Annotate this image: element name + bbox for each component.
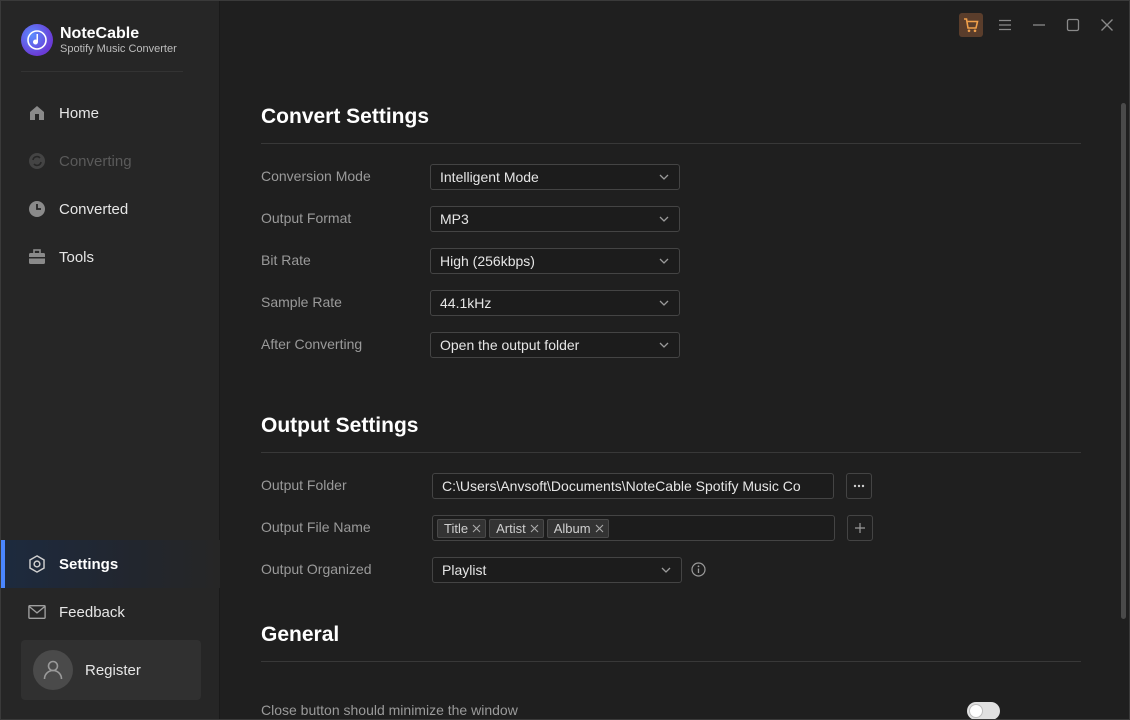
conversion-mode-label: Conversion Mode [261, 168, 371, 184]
after-converting-value: Open the output folder [440, 337, 580, 353]
sidebar: NoteCable Spotify Music Converter Home C… [1, 1, 220, 719]
sample-rate-select[interactable]: 44.1kHz [430, 290, 680, 316]
output-organized-label: Output Organized [261, 561, 372, 577]
filename-tag-title: Title [437, 518, 487, 538]
close-minimize-toggle[interactable] [967, 702, 1000, 719]
remove-tag-icon[interactable] [595, 524, 604, 533]
sync-icon [28, 152, 46, 170]
bit-rate-select[interactable]: High (256kbps) [430, 248, 680, 274]
sidebar-nav: Home Converting Converted Tools [1, 89, 220, 281]
section-divider [261, 661, 1081, 662]
chevron-down-icon [659, 342, 669, 348]
after-converting-label: After Converting [261, 336, 363, 352]
sample-rate-label: Sample Rate [261, 294, 342, 310]
output-organized-value: Playlist [442, 562, 487, 578]
settings-panel: Convert Settings Conversion Mode Intelli… [221, 1, 1121, 719]
output-format-value: MP3 [440, 211, 469, 227]
sample-rate-value: 44.1kHz [440, 295, 492, 311]
chevron-down-icon [661, 567, 671, 573]
output-folder-value: C:\Users\Anvsoft\Documents\NoteCable Spo… [442, 478, 801, 494]
bit-rate-label: Bit Rate [261, 252, 311, 268]
output-folder-field[interactable]: C:\Users\Anvsoft\Documents\NoteCable Spo… [432, 473, 834, 499]
output-folder-label: Output Folder [261, 477, 347, 493]
sidebar-item-label: Feedback [59, 603, 125, 621]
remove-tag-icon[interactable] [472, 524, 481, 533]
avatar [33, 650, 73, 690]
clock-icon [28, 200, 46, 218]
general-title: General [261, 623, 340, 646]
register-label: Register [85, 661, 141, 679]
more-icon [853, 484, 865, 488]
conversion-mode-select[interactable]: Intelligent Mode [430, 164, 680, 190]
brand-divider [21, 71, 183, 72]
sidebar-item-label: Home [59, 104, 100, 122]
sidebar-item-label: Settings [59, 555, 119, 573]
close-minimize-label: Close button should minimize the window [261, 702, 518, 718]
tag-label: Artist [496, 520, 526, 536]
brand-subtitle: Spotify Music Converter [60, 42, 177, 55]
plus-icon [855, 523, 865, 533]
chevron-down-icon [659, 300, 669, 306]
section-divider [261, 452, 1081, 453]
tag-label: Album [553, 520, 591, 536]
brand: NoteCable Spotify Music Converter [21, 23, 177, 57]
tag-label: Title [444, 520, 469, 536]
info-icon[interactable] [691, 562, 706, 577]
toolbox-icon [28, 248, 46, 266]
after-converting-select[interactable]: Open the output folder [430, 332, 680, 358]
sidebar-item-label: Converted [59, 200, 129, 218]
output-format-label: Output Format [261, 210, 352, 226]
sidebar-item-converting[interactable]: Converting [1, 137, 220, 185]
section-divider [261, 143, 1081, 144]
conversion-mode-value: Intelligent Mode [440, 169, 539, 185]
browse-folder-button[interactable] [846, 473, 872, 499]
scrollbar[interactable] [1121, 103, 1126, 619]
sidebar-item-label: Converting [59, 152, 132, 170]
bit-rate-value: High (256kbps) [440, 253, 535, 269]
convert-settings-title: Convert Settings [261, 105, 430, 128]
chevron-down-icon [659, 258, 669, 264]
sidebar-bottom-nav: Settings Feedback [1, 540, 220, 636]
chevron-down-icon [659, 174, 669, 180]
add-tag-button[interactable] [847, 515, 873, 541]
app-logo-icon [21, 24, 53, 56]
home-icon [28, 104, 46, 122]
remove-tag-icon[interactable] [530, 524, 539, 533]
output-filename-label: Output File Name [261, 519, 371, 535]
toggle-knob [969, 704, 983, 718]
sidebar-item-settings[interactable]: Settings [1, 540, 220, 588]
output-organized-select[interactable]: Playlist [432, 557, 682, 583]
user-icon [43, 660, 63, 680]
sidebar-item-tools[interactable]: Tools [1, 233, 220, 281]
sidebar-item-home[interactable]: Home [1, 89, 220, 137]
mail-icon [28, 603, 46, 621]
app-window: NoteCable Spotify Music Converter Home C… [0, 0, 1130, 720]
sidebar-item-label: Tools [59, 248, 95, 266]
register-button[interactable]: Register [21, 640, 201, 700]
output-settings-title: Output Settings [261, 414, 419, 437]
chevron-down-icon [659, 216, 669, 222]
output-format-select[interactable]: MP3 [430, 206, 680, 232]
sidebar-item-feedback[interactable]: Feedback [1, 588, 220, 636]
filename-tag-album: Album [546, 518, 609, 538]
sidebar-item-converted[interactable]: Converted [1, 185, 220, 233]
gear-icon [28, 555, 46, 573]
output-filename-field[interactable]: Title Artist Album [432, 515, 835, 541]
brand-name: NoteCable [60, 24, 140, 42]
filename-tag-artist: Artist [489, 518, 544, 538]
